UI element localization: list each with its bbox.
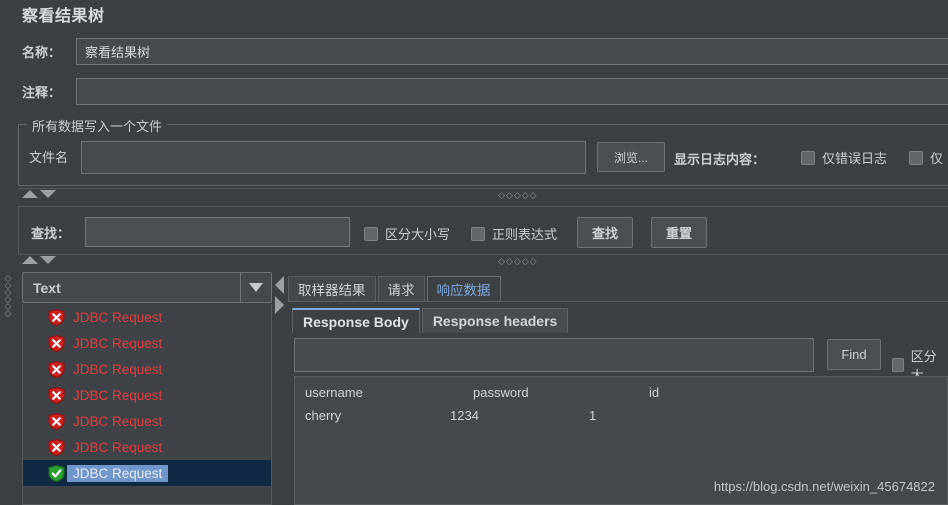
tree-item-label: JDBC Request: [67, 464, 169, 482]
errors-only-checkbox[interactable]: [801, 150, 815, 165]
log-content-label: 显示日志内容：: [674, 152, 766, 167]
successes-only-label: 仅: [930, 151, 944, 166]
name-row: 名称： 察看结果树: [0, 38, 948, 68]
tree-item-label: JDBC Request: [73, 309, 163, 325]
write-all-data-to-file-group: 所有数据写入一个文件 文件名 浏览... 显示日志内容： 仅错误日志 仅: [18, 116, 948, 186]
results-tree-list[interactable]: JDBC Request JDBC Request JDBC Request JDBC…: [22, 304, 272, 505]
tree-item-label: JDBC Request: [73, 439, 163, 455]
response-cell: 1: [589, 408, 597, 423]
error-shield-icon: [48, 438, 65, 456]
comment-input[interactable]: [76, 78, 948, 105]
group-legend: 所有数据写入一个文件: [27, 116, 168, 135]
regex-label: 正则表达式: [492, 227, 558, 242]
search-reset-button[interactable]: 重置: [651, 217, 707, 248]
splitter-lower-arrows[interactable]: [22, 256, 56, 264]
errors-only-checkbox-wrap[interactable]: 仅错误日志: [801, 148, 887, 167]
response-find-input[interactable]: [294, 338, 814, 372]
tree-item-error-0[interactable]: JDBC Request: [23, 304, 271, 330]
tree-item-label: JDBC Request: [73, 387, 163, 403]
splitter-upper-arrows[interactable]: [22, 190, 56, 198]
jmeter-view-results-tree-window: 察看结果树 名称： 察看结果树 注释： 所有数据写入一个文件 文件名 浏览...…: [0, 0, 948, 505]
splitter-grip-icon: ◇◇◇◇◇: [498, 190, 538, 200]
successes-only-checkbox[interactable]: [909, 150, 923, 165]
response-case-sensitive-checkbox[interactable]: [892, 358, 904, 372]
error-shield-icon: [48, 412, 65, 430]
render-format-dropdown[interactable]: Text: [22, 272, 272, 303]
success-shield-icon: [48, 464, 65, 482]
tree-item-label: JDBC Request: [73, 361, 163, 377]
case-sensitive-checkbox[interactable]: [364, 226, 378, 241]
response-find-button[interactable]: Find: [827, 339, 881, 370]
page-title: 察看结果树: [22, 8, 105, 25]
error-shield-icon: [48, 334, 65, 352]
chevron-down-icon-wrap[interactable]: [240, 273, 271, 302]
response-cell: 1234: [450, 408, 479, 423]
render-format-value: Text: [33, 279, 61, 296]
response-cell: username: [305, 385, 363, 400]
result-detail-pane: 取样器结果 请求 响应数据 Response Body Response header…: [288, 270, 948, 505]
regex-checkbox[interactable]: [471, 226, 485, 241]
response-cell: id: [649, 385, 660, 400]
tree-item-error-3[interactable]: JDBC Request: [23, 382, 271, 408]
collapse-up-icon[interactable]: [22, 190, 38, 198]
error-shield-icon: [48, 386, 65, 404]
tree-item-success-6[interactable]: JDBC Request: [23, 460, 271, 486]
tab-0[interactable]: 取样器结果: [288, 276, 376, 301]
case-sensitive-label: 区分大小写: [385, 227, 451, 242]
collapse-left-icon[interactable]: [275, 276, 284, 294]
error-shield-icon: [48, 360, 65, 378]
comment-row: 注释：: [0, 78, 948, 108]
tree-item-error-5[interactable]: JDBC Request: [23, 434, 271, 460]
search-panel: 查找： 区分大小写 正则表达式 查找 重置: [18, 206, 948, 254]
subtab-0[interactable]: Response Body: [292, 308, 420, 333]
search-label: 查找：: [31, 226, 71, 241]
result-tabs[interactable]: 取样器结果 请求 响应数据: [288, 276, 503, 301]
filename-label: 文件名: [29, 150, 69, 165]
tree-item-error-4[interactable]: JDBC Request: [23, 408, 271, 434]
name-label: 名称：: [22, 45, 62, 60]
results-tree-panel: Text JDBC Request JDBC Request JDBC Reques…: [22, 272, 272, 505]
search-input[interactable]: [85, 217, 350, 247]
left-edge-grip-icon[interactable]: ◇ ◇ ◇ ◇ ◇ ◇: [2, 274, 14, 505]
comment-label: 注释：: [22, 85, 62, 100]
response-body-content[interactable]: username password id cherry 1234 1 https://b…: [294, 376, 948, 505]
response-subtabs[interactable]: Response Body Response headers: [292, 308, 570, 333]
regex-checkbox-wrap[interactable]: 正则表达式: [471, 224, 557, 243]
collapse-up-icon-2[interactable]: [22, 256, 38, 264]
errors-only-label: 仅错误日志: [822, 151, 888, 166]
name-input[interactable]: 察看结果树: [76, 38, 948, 65]
tree-item-label: JDBC Request: [73, 413, 163, 429]
collapse-down-icon-2[interactable]: [40, 256, 56, 264]
tabs-underline: [288, 301, 948, 302]
vertical-splitter[interactable]: [274, 272, 286, 505]
expand-right-icon[interactable]: [275, 296, 284, 314]
watermark-text: https://blog.csdn.net/weixin_45674822: [713, 479, 935, 494]
response-find-row: Find 区分大: [294, 338, 942, 383]
splitter-lower[interactable]: ◇◇◇◇◇: [18, 255, 948, 267]
chevron-down-icon: [249, 283, 263, 292]
subtab-1[interactable]: Response headers: [421, 308, 569, 333]
tab-1[interactable]: 请求: [377, 276, 425, 301]
successes-only-checkbox-wrap[interactable]: 仅: [909, 148, 943, 167]
response-cell: password: [473, 385, 529, 400]
tree-item-error-1[interactable]: JDBC Request: [23, 330, 271, 356]
filename-input[interactable]: [81, 141, 586, 174]
search-find-button[interactable]: 查找: [577, 217, 633, 248]
case-sensitive-checkbox-wrap[interactable]: 区分大小写: [364, 224, 450, 243]
response-cell: cherry: [305, 408, 342, 423]
tab-2[interactable]: 响应数据: [426, 276, 501, 301]
browse-button[interactable]: 浏览...: [597, 142, 665, 172]
error-shield-icon: [48, 308, 65, 326]
collapse-down-icon[interactable]: [40, 190, 56, 198]
tree-item-label: JDBC Request: [73, 335, 163, 351]
tree-item-error-2[interactable]: JDBC Request: [23, 356, 271, 382]
splitter-grip-icon-2: ◇◇◇◇◇: [498, 256, 538, 266]
splitter-upper[interactable]: ◇◇◇◇◇: [18, 189, 948, 201]
